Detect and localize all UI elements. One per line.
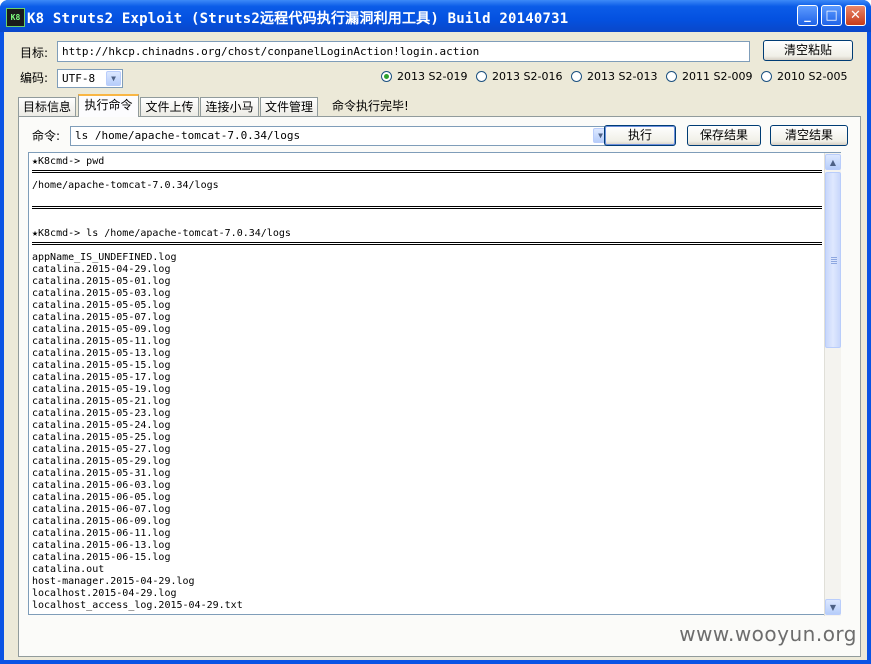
- output-file-line: catalina.2015-05-23.log: [32, 408, 171, 419]
- output-file-line: localhost_access_log.2015-04-29.txt: [32, 600, 243, 611]
- tab-item[interactable]: 连接小马: [200, 97, 259, 116]
- output-file-line: host-manager.2015-04-29.log: [32, 576, 195, 587]
- output-separator: [32, 206, 822, 209]
- output-prompt: ★K8cmd-> ls /home/apache-tomcat-7.0.34/l…: [32, 228, 291, 239]
- close-button[interactable]: ✕: [845, 5, 866, 26]
- output-file-line: catalina.2015-05-29.log: [32, 456, 171, 467]
- command-value: ls /home/apache-tomcat-7.0.34/logs: [75, 129, 301, 142]
- scroll-up-button[interactable]: ▲: [825, 154, 841, 170]
- output-prompt: ★K8cmd-> pwd: [32, 156, 105, 167]
- output-file-line: catalina.2015-05-07.log: [32, 312, 171, 323]
- window-title: K8 Struts2 Exploit (Struts2远程代码执行漏洞利用工具)…: [27, 11, 569, 27]
- exploit-radio[interactable]: 2010 S2-005: [761, 70, 847, 83]
- radio-unchecked-icon[interactable]: [666, 71, 677, 82]
- app-icon: K8: [6, 8, 25, 27]
- watermark: www.wooyun.org: [679, 622, 857, 646]
- output-scrollbar[interactable]: ▲ ▼: [824, 153, 841, 616]
- output-file-line: catalina.2015-06-15.log: [32, 552, 171, 563]
- output-separator: [32, 242, 822, 245]
- scroll-down-button[interactable]: ▼: [825, 599, 841, 615]
- tab-item[interactable]: 执行命令: [78, 94, 139, 117]
- exploit-radio-label: 2013 S2-019: [397, 70, 468, 83]
- output-file-line: catalina.2015-05-25.log: [32, 432, 171, 443]
- encoding-select[interactable]: UTF-8 ▼: [57, 69, 123, 88]
- tab-item[interactable]: 文件管理: [260, 97, 318, 116]
- execute-button[interactable]: 执行: [604, 125, 676, 146]
- output-file-line: catalina.2015-06-03.log: [32, 480, 171, 491]
- maximize-button[interactable]: □: [821, 5, 842, 26]
- radio-unchecked-icon[interactable]: [761, 71, 772, 82]
- scroll-thumb[interactable]: [825, 172, 841, 348]
- clear-results-button[interactable]: 清空结果: [770, 125, 848, 146]
- output-file-line: catalina.2015-05-31.log: [32, 468, 171, 479]
- output-file-line: catalina.2015-04-29.log: [32, 264, 171, 275]
- radio-unchecked-icon[interactable]: [571, 71, 582, 82]
- output-file-line: catalina.2015-06-07.log: [32, 504, 171, 515]
- exploit-radio-label: 2010 S2-005: [777, 70, 848, 83]
- exploit-radio[interactable]: 2013 S2-016: [476, 70, 562, 83]
- target-url-input[interactable]: http://hkcp.chinadns.org/chost/conpanelL…: [57, 41, 750, 62]
- command-output[interactable]: ★K8cmd-> pwd /home/apache-tomcat-7.0.34/…: [28, 152, 841, 615]
- exploit-radio[interactable]: 2013 S2-013: [571, 70, 657, 83]
- output-file-line: catalina.out: [32, 564, 105, 575]
- output-separator: [32, 170, 822, 173]
- title-bar[interactable]: K8 K8 Struts2 Exploit (Struts2远程代码执行漏洞利用…: [0, 0, 871, 32]
- command-input[interactable]: ls /home/apache-tomcat-7.0.34/logs ▼: [70, 126, 610, 146]
- output-line: /home/apache-tomcat-7.0.34/logs: [32, 180, 219, 191]
- exploit-radio-label: 2011 S2-009: [682, 70, 753, 83]
- output-file-line: catalina.2015-06-13.log: [32, 540, 171, 551]
- output-file-line: catalina.2015-05-05.log: [32, 300, 171, 311]
- grip-line: [831, 257, 837, 258]
- output-file-line: catalina.2015-05-11.log: [32, 336, 171, 347]
- exploit-radio[interactable]: 2011 S2-009: [666, 70, 752, 83]
- exploit-radio-label: 2013 S2-016: [492, 70, 563, 83]
- output-file-line: catalina.2015-05-03.log: [32, 288, 171, 299]
- output-file-line: catalina.2015-05-01.log: [32, 276, 171, 287]
- encoding-label: 编码:: [20, 71, 49, 85]
- exploit-radio[interactable]: 2013 S2-019: [381, 70, 467, 83]
- output-file-line: catalina.2015-06-05.log: [32, 492, 171, 503]
- radio-unchecked-icon[interactable]: [476, 71, 487, 82]
- chevron-down-icon[interactable]: ▼: [106, 71, 121, 86]
- status-text: 命令执行完毕!: [332, 99, 409, 113]
- output-file-line: localhost.2015-04-29.log: [32, 588, 177, 599]
- output-file-line: catalina.2015-05-24.log: [32, 420, 171, 431]
- exploit-radio-label: 2013 S2-013: [587, 70, 658, 83]
- tab-item[interactable]: 文件上传: [140, 97, 199, 116]
- minimize-button[interactable]: _: [797, 5, 818, 26]
- command-label: 命令:: [32, 129, 61, 143]
- tab-item[interactable]: 目标信息: [18, 97, 76, 116]
- output-file-line: catalina.2015-05-15.log: [32, 360, 171, 371]
- app-window: K8 K8 Struts2 Exploit (Struts2远程代码执行漏洞利用…: [0, 0, 871, 664]
- output-file-line: catalina.2015-05-19.log: [32, 384, 171, 395]
- output-file-line: catalina.2015-05-13.log: [32, 348, 171, 359]
- output-file-line: catalina.2015-06-11.log: [32, 528, 171, 539]
- output-file-line: catalina.2015-05-17.log: [32, 372, 171, 383]
- output-file-line: catalina.2015-05-27.log: [32, 444, 171, 455]
- clear-paste-button[interactable]: 清空粘贴: [763, 40, 853, 61]
- client-area: 目标: http://hkcp.chinadns.org/chost/conpa…: [4, 32, 867, 660]
- target-label: 目标:: [20, 46, 49, 60]
- grip-line: [831, 261, 837, 262]
- output-file-line: catalina.2015-06-09.log: [32, 516, 171, 527]
- output-file-line: catalina.2015-05-09.log: [32, 324, 171, 335]
- encoding-value: UTF-8: [62, 72, 96, 85]
- radio-checked-icon[interactable]: [381, 71, 392, 82]
- save-results-button[interactable]: 保存结果: [687, 125, 761, 146]
- grip-line: [831, 263, 837, 264]
- output-file-line: catalina.2015-05-21.log: [32, 396, 171, 407]
- output-file-line: appName_IS_UNDEFINED.log: [32, 252, 177, 263]
- grip-line: [831, 259, 837, 260]
